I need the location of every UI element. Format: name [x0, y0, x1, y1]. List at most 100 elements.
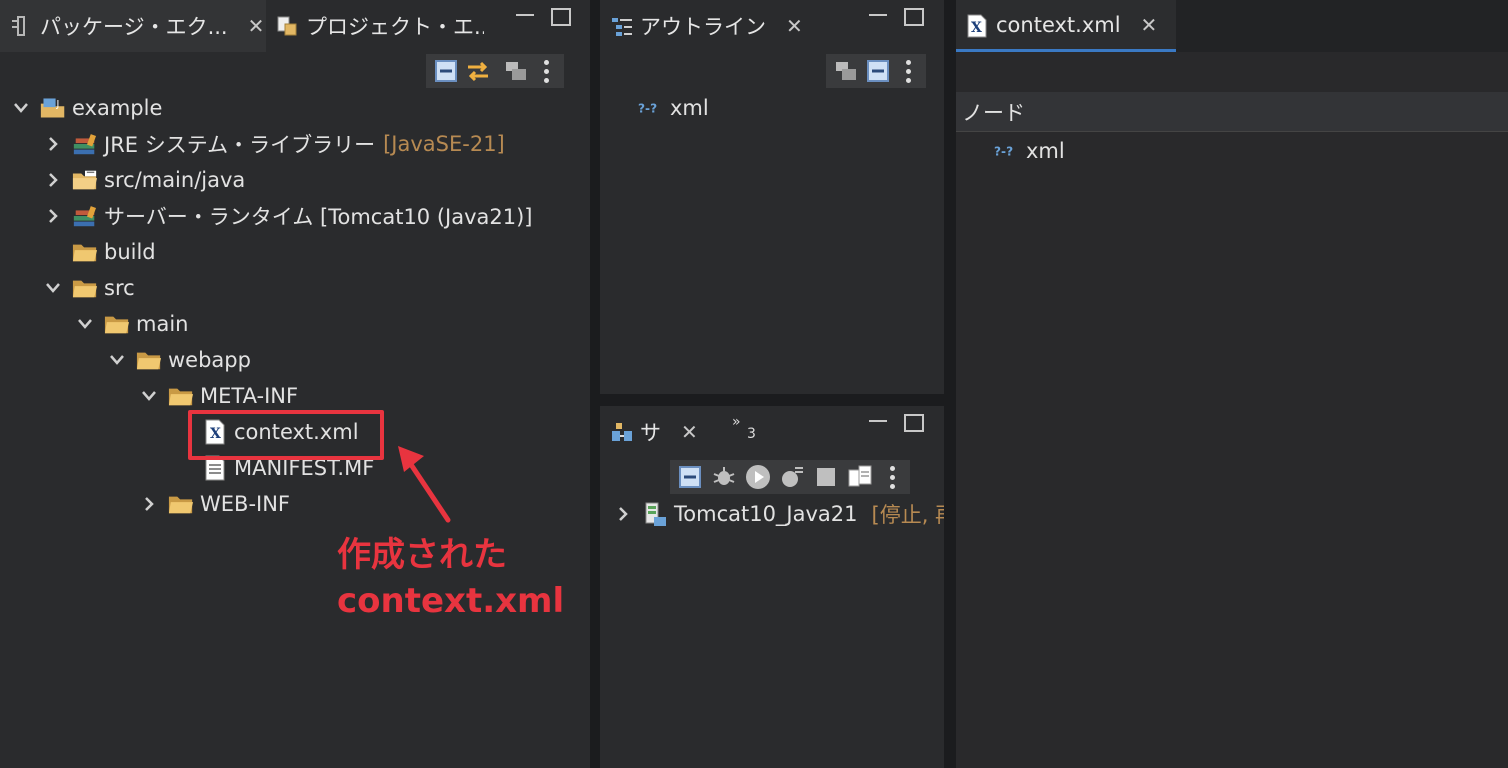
server-item-tomcat[interactable]: Tomcat10_Java21 [停止, 再 [612, 497, 944, 531]
outline-panel: アウトライン ✕ ?-? xml [600, 0, 944, 394]
tree-label: src/main/java [104, 168, 246, 192]
chevron-down-icon[interactable] [74, 313, 96, 335]
view-menu-icon[interactable] [880, 463, 904, 491]
collapse-all-icon[interactable] [676, 463, 704, 491]
package-explorer-tabbar: パッケージ・エク... ✕ プロジェクト・エ... [0, 0, 590, 52]
debug-icon[interactable] [710, 463, 738, 491]
close-icon[interactable]: ✕ [681, 420, 698, 444]
project-icon: J [40, 96, 66, 120]
outline-item-xml[interactable]: ?-? xml [638, 91, 709, 125]
package-explorer-actions [426, 54, 564, 88]
folder-icon [72, 240, 98, 264]
tree-label: webapp [168, 348, 251, 372]
maximize-icon[interactable] [551, 8, 571, 26]
tree-item-build[interactable]: build [72, 235, 156, 269]
chevron-right-icon[interactable] [42, 169, 64, 191]
minimize-icon[interactable] [515, 8, 535, 28]
chevron-down-icon[interactable] [138, 385, 160, 407]
tree-label: サーバー・ランタイム [Tomcat10 (Java21)] [104, 205, 533, 229]
close-icon[interactable]: ✕ [1141, 13, 1158, 37]
servers-tabbar: サ ✕ » 3 [600, 406, 944, 458]
xml-file-icon: X [966, 14, 988, 37]
close-icon[interactable]: ✕ [248, 14, 265, 38]
tree-item-web-inf[interactable]: WEB-INF [138, 487, 290, 521]
svg-text:?-?: ?-? [994, 144, 1013, 158]
tree-item-webapp[interactable]: webapp [106, 343, 251, 377]
chevron-right-icon[interactable] [42, 205, 64, 227]
start-icon[interactable] [744, 463, 772, 491]
minimize-icon[interactable] [868, 414, 888, 434]
view-menu-icon[interactable] [896, 57, 920, 85]
tree-label: src [104, 276, 135, 300]
outline-icon [610, 15, 632, 37]
outline-toolbar [600, 52, 944, 88]
chevron-down-icon[interactable] [10, 97, 32, 119]
collapse-all-icon[interactable] [432, 57, 460, 85]
tree-item-server-runtime[interactable]: サーバー・ランタイム [Tomcat10 (Java21)] [42, 199, 533, 233]
servers-actions [670, 460, 910, 494]
tab-context-xml[interactable]: X context.xml ✕ [956, 0, 1176, 52]
panel-divider[interactable] [590, 0, 600, 768]
tab-servers[interactable]: サ ✕ [600, 406, 718, 458]
tree-item-main[interactable]: main [74, 307, 188, 341]
more-tabs-button[interactable]: » 3 [732, 414, 756, 442]
editor-tabbar: X context.xml ✕ [956, 0, 1508, 52]
tab-package-explorer[interactable]: パッケージ・エク... ✕ [0, 0, 266, 52]
tree-label: WEB-INF [200, 492, 290, 516]
server-icon [642, 502, 668, 526]
servers-panel: サ ✕ » 3 Tomcat10_Java21 [停止, [600, 406, 944, 768]
folder-icon [168, 384, 194, 408]
folder-icon [72, 276, 98, 300]
tree-item-src-main-java[interactable]: src/main/java [42, 163, 245, 197]
tree-label: build [104, 240, 156, 264]
annotation-line-1: 作成された [337, 535, 507, 575]
tree-item-example[interactable]: J example [10, 91, 162, 125]
link-with-editor-icon[interactable] [464, 57, 492, 85]
tree-decoration: [JavaSE-21] [383, 132, 505, 156]
highlight-box [188, 410, 384, 460]
close-icon[interactable]: ✕ [786, 14, 803, 38]
tab-project-explorer[interactable]: プロジェクト・エ... [266, 0, 484, 52]
filter-icon[interactable] [502, 57, 530, 85]
svg-text:?-?: ?-? [638, 101, 657, 115]
editor-header-spacer [956, 52, 1508, 92]
editor-node-xml[interactable]: ?-? xml [994, 134, 1065, 168]
tree-item-jre-library[interactable]: JRE システム・ライブラリー [JavaSE-21] [42, 127, 505, 161]
stop-icon[interactable] [812, 463, 840, 491]
maximize-icon[interactable] [904, 414, 924, 432]
minimize-icon[interactable] [868, 8, 888, 28]
chevron-down-icon[interactable] [106, 349, 128, 371]
publish-icon[interactable] [846, 463, 874, 491]
tree-item-meta-inf[interactable]: META-INF [138, 379, 298, 413]
filter-icon[interactable] [832, 57, 860, 85]
left-window-controls [515, 8, 571, 28]
package-explorer-panel: パッケージ・エク... ✕ プロジェクト・エ... J example JRE … [0, 0, 590, 768]
tab-outline[interactable]: アウトライン ✕ [600, 0, 804, 52]
collapse-all-icon[interactable] [864, 57, 892, 85]
profile-icon[interactable] [778, 463, 806, 491]
server-status: [停止, 再 [871, 503, 944, 527]
panel-divider[interactable] [944, 0, 956, 768]
tab-project-explorer-label: プロジェクト・エ... [306, 15, 484, 39]
tab-context-xml-label: context.xml [996, 12, 1121, 37]
annotation-arrow [398, 446, 451, 523]
servers-window-controls [868, 414, 924, 434]
outline-window-controls [868, 8, 924, 28]
maximize-icon[interactable] [904, 8, 924, 26]
svg-text:J: J [55, 99, 59, 110]
servers-icon [610, 421, 632, 443]
outline-item-label: xml [670, 96, 709, 120]
design-tree-header: ノード [956, 92, 1508, 132]
view-menu-icon[interactable] [534, 57, 558, 85]
annotation-line-2: context.xml [337, 581, 565, 621]
chevron-down-icon[interactable] [42, 277, 64, 299]
package-explorer-icon [10, 15, 32, 37]
panel-divider-horizontal[interactable] [600, 394, 944, 406]
chevron-right-icon[interactable] [42, 133, 64, 155]
tree-item-src[interactable]: src [42, 271, 135, 305]
chevron-right-icon[interactable] [138, 493, 160, 515]
editor-node-label: xml [1026, 139, 1065, 163]
project-explorer-icon [276, 15, 298, 37]
library-icon [72, 204, 98, 228]
chevron-right-icon[interactable] [612, 503, 634, 525]
